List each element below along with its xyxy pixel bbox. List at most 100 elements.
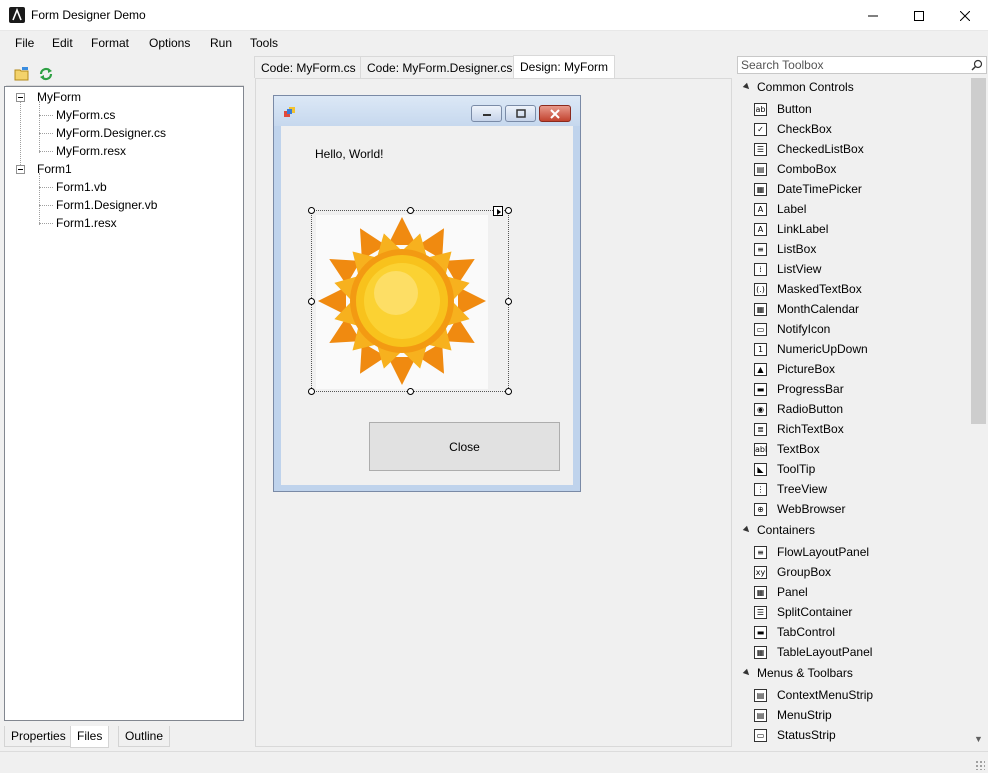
toolbox-search-input[interactable] — [741, 58, 961, 72]
toolbox-item-panel[interactable]: ▦ Panel — [736, 582, 966, 602]
menu-file[interactable]: File — [15, 36, 34, 50]
toolbox-item-picturebox[interactable]: ▲ PictureBox — [736, 359, 966, 379]
toolbox-item-label[interactable]: A Label — [736, 199, 966, 219]
toolbox-scrollbar[interactable]: ▲ ▼ — [970, 75, 987, 748]
toolbox-item-listbox[interactable]: ≡ ListBox — [736, 239, 966, 259]
progressbar-icon: ▬ — [754, 383, 767, 396]
tree-node-file[interactable]: MyForm.cs — [56, 106, 115, 124]
resize-handle[interactable] — [308, 207, 315, 214]
collapse-myform-toggle[interactable] — [16, 93, 25, 102]
scroll-thumb[interactable] — [971, 78, 986, 424]
toolbox-item-tooltip[interactable]: ◣ ToolTip — [736, 459, 966, 479]
button-icon: ab — [754, 103, 767, 116]
picturebox-control[interactable] — [308, 206, 512, 395]
toolbox-item-datetimepicker[interactable]: ▦ DateTimePicker — [736, 179, 966, 199]
toolbox-item-notifyicon[interactable]: ▭ NotifyIcon — [736, 319, 966, 339]
toolbox-item-webbrowser[interactable]: ⊕ WebBrowser — [736, 499, 966, 519]
toolbox-item-tabcontrol[interactable]: ▬ TabControl — [736, 622, 966, 642]
toolbox-item-statusstrip[interactable]: ▭ StatusStrip — [736, 725, 966, 745]
open-folder-icon[interactable] — [14, 66, 30, 82]
tab-properties[interactable]: Properties — [4, 726, 73, 747]
tree-node-myform[interactable]: MyForm — [37, 88, 81, 106]
toolbox-item-maskedtextbox[interactable]: (.) MaskedTextBox — [736, 279, 966, 299]
menu-edit[interactable]: Edit — [52, 36, 73, 50]
toolbox-item-richtextbox[interactable]: ≣ RichTextBox — [736, 419, 966, 439]
resize-handle[interactable] — [407, 207, 414, 214]
toolbox-item-tablelayoutpanel[interactable]: ▦ TableLayoutPanel — [736, 642, 966, 662]
form-close-button — [539, 105, 571, 122]
hello-label[interactable]: Hello, World! — [315, 147, 383, 161]
tree-connector — [39, 133, 53, 134]
toolbox-item-label: MonthCalendar — [777, 302, 860, 316]
minimize-button[interactable] — [850, 0, 896, 31]
menu-options[interactable]: Options — [149, 36, 190, 50]
toolbox-item-label: TableLayoutPanel — [777, 645, 873, 659]
toolbox-item-contextmenustrip[interactable]: ▤ ContextMenuStrip — [736, 685, 966, 705]
menu-bar: File Edit Format Options Run Tools — [0, 31, 988, 55]
toolbox-item-combobox[interactable]: ▤ ComboBox — [736, 159, 966, 179]
smart-tag-button[interactable] — [493, 206, 503, 216]
toolbox-item-checkedlistbox[interactable]: ☰ CheckedListBox — [736, 139, 966, 159]
tree-connector — [39, 223, 53, 224]
label-icon: A — [754, 203, 767, 216]
tree-node-file[interactable]: Form1.resx — [56, 214, 117, 232]
close-button[interactable]: Close — [369, 422, 560, 471]
toolbox-item-numericupdown[interactable]: 1 NumericUpDown — [736, 339, 966, 359]
toolbox-item-radiobutton[interactable]: ◉ RadioButton — [736, 399, 966, 419]
tree-connector — [39, 115, 53, 116]
toolbox-item-groupbox[interactable]: xy GroupBox — [736, 562, 966, 582]
menu-run[interactable]: Run — [210, 36, 232, 50]
toolbox-item-flowlayoutpanel[interactable]: ≡ FlowLayoutPanel — [736, 542, 966, 562]
tab-files[interactable]: Files — [70, 726, 110, 748]
maximize-icon — [515, 109, 526, 118]
tree-node-form1[interactable]: Form1 — [37, 160, 72, 178]
toolbox-item-splitcontainer[interactable]: ☰ SplitContainer — [736, 602, 966, 622]
close-window-button[interactable] — [942, 0, 988, 31]
monthcalendar-icon: ▦ — [754, 303, 767, 316]
tree-node-file[interactable]: MyForm.resx — [56, 142, 126, 160]
tab-code-myform-designer-cs[interactable]: Code: MyForm.Designer.cs — [360, 56, 520, 78]
maximize-button[interactable] — [896, 0, 942, 31]
resize-handle[interactable] — [407, 388, 414, 395]
toolbox-item-label: DateTimePicker — [777, 182, 862, 196]
toolbox-search[interactable] — [737, 56, 987, 74]
designed-form-window[interactable]: Hello, World! Close — [273, 95, 581, 492]
toolbox-category-label: Menus & Toolbars — [757, 666, 853, 680]
toolbox-item-button[interactable]: ab Button — [736, 99, 966, 119]
resize-grip-icon[interactable] — [975, 760, 985, 770]
tree-node-file[interactable]: Form1.Designer.vb — [56, 196, 157, 214]
toolbox-item-treeview[interactable]: ⋮ TreeView — [736, 479, 966, 499]
tab-outline[interactable]: Outline — [118, 726, 171, 747]
toolbox-item-linklabel[interactable]: A LinkLabel — [736, 219, 966, 239]
toolbox-item-monthcalendar[interactable]: ▦ MonthCalendar — [736, 299, 966, 319]
resize-handle[interactable] — [505, 298, 512, 305]
resize-handle[interactable] — [505, 207, 512, 214]
menu-tools[interactable]: Tools — [250, 36, 278, 50]
search-icon[interactable] — [971, 59, 983, 71]
tab-design-myform[interactable]: Design: MyForm — [513, 55, 616, 78]
resize-handle[interactable] — [505, 388, 512, 395]
toolbox-item-menustrip[interactable]: ▤ MenuStrip — [736, 705, 966, 725]
toolbox-item-progressbar[interactable]: ▬ ProgressBar — [736, 379, 966, 399]
toolbox-item-label: MaskedTextBox — [777, 282, 862, 296]
picturebox-icon: ▲ — [754, 363, 767, 376]
toolbox-item-checkbox[interactable]: ✓ CheckBox — [736, 119, 966, 139]
toolbox-item-listview[interactable]: ⁞ ListView — [736, 259, 966, 279]
toolbox-item-label: RadioButton — [777, 402, 844, 416]
collapse-form1-toggle[interactable] — [16, 165, 25, 174]
resize-handle[interactable] — [308, 388, 315, 395]
tree-node-file[interactable]: Form1.vb — [56, 178, 107, 196]
resize-handle[interactable] — [308, 298, 315, 305]
refresh-icon[interactable] — [38, 66, 54, 82]
checkbox-icon: ✓ — [754, 123, 767, 136]
tab-code-myform-cs[interactable]: Code: MyForm.cs — [254, 56, 363, 78]
scroll-down-icon[interactable]: ▼ — [970, 731, 987, 748]
toolbox-category-label: Common Controls — [757, 80, 854, 94]
menu-format[interactable]: Format — [91, 36, 129, 50]
toolbox-item-textbox[interactable]: abl TextBox — [736, 439, 966, 459]
contextmenustrip-icon: ▤ — [754, 689, 767, 702]
toolbox-item-label: Label — [777, 202, 807, 216]
collapse-triangle-icon — [742, 82, 752, 92]
tree-connector — [39, 205, 53, 206]
tree-node-file[interactable]: MyForm.Designer.cs — [56, 124, 166, 142]
